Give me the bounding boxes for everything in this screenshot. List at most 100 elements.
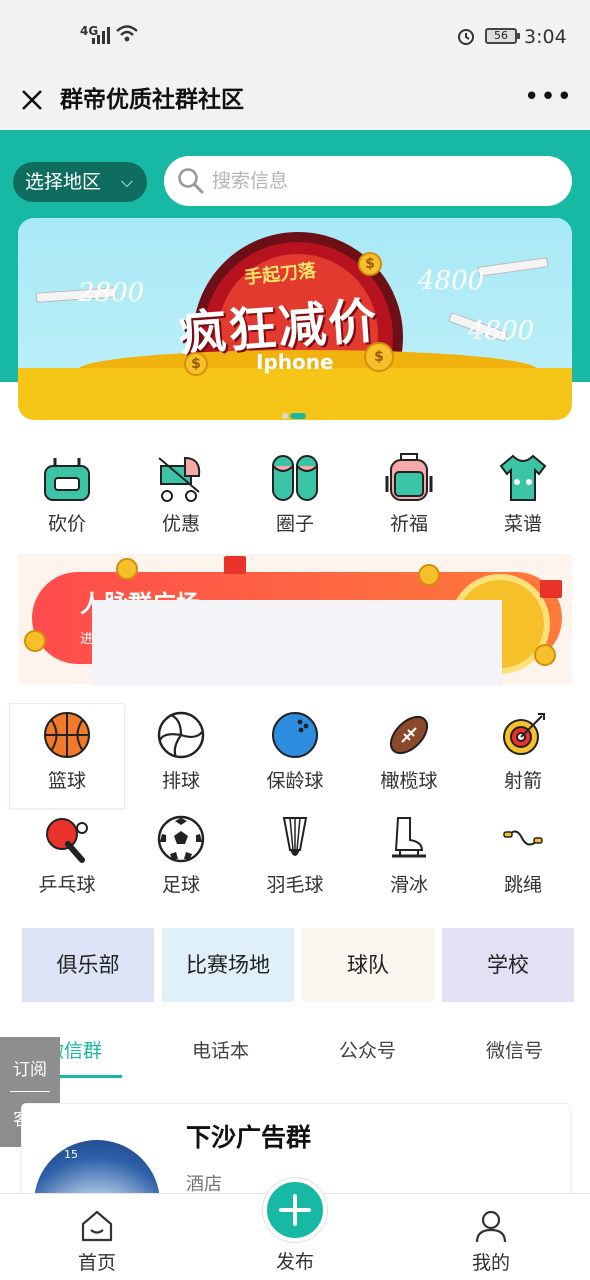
red-envelope-icon [540, 580, 562, 598]
category-item-circle[interactable]: 圈子 [240, 448, 350, 536]
carousel-indicator [282, 404, 308, 420]
category-item-discount[interactable]: 优惠 [126, 448, 236, 536]
ice-skate-icon [392, 817, 426, 858]
promo-banner[interactable]: 手起刀落 疯狂减价 Iphone 2800 4800 4800 $ $ $ [18, 218, 572, 420]
bowling-ball-icon [272, 712, 318, 758]
banner-product: Iphone [256, 350, 334, 374]
sport-label: 跳绳 [503, 874, 542, 896]
listing-tabs: 微信群 电话本 公众号 微信号 [0, 1030, 590, 1078]
sport-item-volleyball[interactable]: 排球 [124, 704, 238, 808]
coin-icon: $ [358, 252, 382, 276]
nav-label-home: 首页 [77, 1252, 116, 1274]
sport-label: 排球 [161, 770, 200, 792]
sport-label: 足球 [161, 874, 200, 896]
ping-pong-icon [46, 818, 88, 863]
tag-card-team[interactable]: 球队 [302, 928, 434, 1002]
sport-label: 橄榄球 [380, 770, 438, 792]
user-icon [475, 1210, 507, 1243]
sport-item-basketball[interactable]: 篮球 [10, 704, 124, 808]
search-input[interactable] [212, 164, 552, 198]
sport-item-skating[interactable]: 滑冰 [352, 808, 466, 912]
avatar-text: 15 [64, 1148, 78, 1161]
sport-label: 滑冰 [389, 874, 428, 896]
category-item-bargain[interactable]: 砍价 [12, 448, 122, 536]
category-label: 圈子 [275, 513, 314, 535]
banner-price: 4800 [468, 316, 535, 346]
nav-bar: 群帝优质社群社区 ••• [0, 72, 590, 130]
nav-item-home[interactable]: 首页 [37, 1194, 157, 1280]
category-label: 菜谱 [503, 513, 542, 535]
publish-button[interactable] [263, 1178, 327, 1242]
alarm-icon [458, 29, 474, 45]
tag-card-school[interactable]: 学校 [442, 928, 574, 1002]
sport-label: 保龄球 [266, 770, 324, 792]
category-nav: 砍价 优惠 圈子 祈福 菜谱 [10, 448, 580, 536]
sport-label: 乒乓球 [38, 874, 96, 896]
rugby-ball-icon [389, 715, 429, 755]
jump-rope-icon [503, 830, 543, 846]
more-menu-button[interactable]: ••• [524, 82, 572, 118]
search-bar[interactable] [164, 156, 572, 206]
subscribe-button[interactable]: 订阅 [0, 1055, 60, 1080]
sport-label: 射箭 [503, 770, 542, 792]
clock: 3:04 [524, 26, 567, 48]
sport-label: 羽毛球 [266, 874, 324, 896]
tab-phonebook[interactable]: 电话本 [147, 1030, 294, 1078]
signal-icon [92, 27, 110, 44]
sport-item-bowling[interactable]: 保龄球 [238, 704, 352, 808]
divider [10, 1091, 50, 1092]
sport-item-ping-pong[interactable]: 乒乓球 [10, 808, 124, 912]
search-icon [178, 168, 204, 194]
battery-indicator: 56 [485, 28, 520, 44]
category-label: 优惠 [161, 513, 200, 535]
nav-label-publish: 发布 [275, 1251, 314, 1273]
coin-icon: $ [364, 342, 394, 372]
overlay-panel [92, 600, 502, 686]
basketball-icon [44, 712, 90, 758]
region-select-button[interactable]: 选择地区 ⌵ [13, 162, 147, 202]
sport-item-jump-rope[interactable]: 跳绳 [466, 808, 580, 912]
sport-item-soccer[interactable]: 足球 [124, 808, 238, 912]
backpack-icon [385, 453, 433, 501]
close-icon[interactable] [14, 82, 50, 118]
tag-card-club[interactable]: 俱乐部 [22, 928, 154, 1002]
region-label: 选择地区 [25, 171, 102, 193]
volleyball-icon [157, 711, 205, 759]
soccer-ball-icon [157, 815, 205, 863]
coin-icon [116, 558, 138, 580]
chevron-down-icon: ⌵ [120, 172, 133, 191]
banner-price: 2800 [78, 278, 145, 308]
group-name: 下沙广告群 [186, 1123, 312, 1152]
target-icon [503, 713, 545, 755]
baby-clothes-icon [499, 454, 547, 501]
bag-icon [44, 458, 90, 501]
sport-item-badminton[interactable]: 羽毛球 [238, 808, 352, 912]
tag-card-venue[interactable]: 比赛场地 [162, 928, 294, 1002]
nav-label-mine: 我的 [471, 1252, 510, 1274]
category-label: 祈福 [389, 513, 428, 535]
shuttlecock-icon [282, 817, 308, 856]
sports-grid: 篮球 排球 保龄球 橄榄球 射箭 乒乓球 足球 羽毛球 滑冰 跳绳 [10, 704, 580, 912]
coin-icon [24, 630, 46, 652]
wifi-icon [116, 25, 138, 42]
tab-wechat-id[interactable]: 微信号 [441, 1030, 588, 1078]
banner-price: 4800 [418, 266, 485, 296]
coin-icon [418, 564, 440, 586]
category-item-recipe[interactable]: 菜谱 [468, 448, 578, 536]
category-label: 砍价 [47, 513, 86, 535]
tag-cards: 俱乐部 比赛场地 球队 学校 [22, 928, 574, 1002]
category-item-blessing[interactable]: 祈福 [354, 448, 464, 536]
home-icon [81, 1210, 113, 1242]
sport-item-rugby[interactable]: 橄榄球 [352, 704, 466, 808]
coin-icon: $ [184, 352, 208, 376]
sport-label: 篮球 [47, 770, 86, 792]
sport-item-archery[interactable]: 射箭 [466, 704, 580, 808]
slippers-icon [272, 455, 318, 501]
red-envelope-icon [224, 556, 246, 574]
tab-official-account[interactable]: 公众号 [294, 1030, 441, 1078]
stroller-icon [158, 456, 201, 502]
nav-item-mine[interactable]: 我的 [431, 1194, 551, 1280]
plus-icon [279, 1194, 311, 1226]
coin-icon [534, 644, 556, 666]
status-bar: 4G 56 3:04 [0, 0, 590, 72]
